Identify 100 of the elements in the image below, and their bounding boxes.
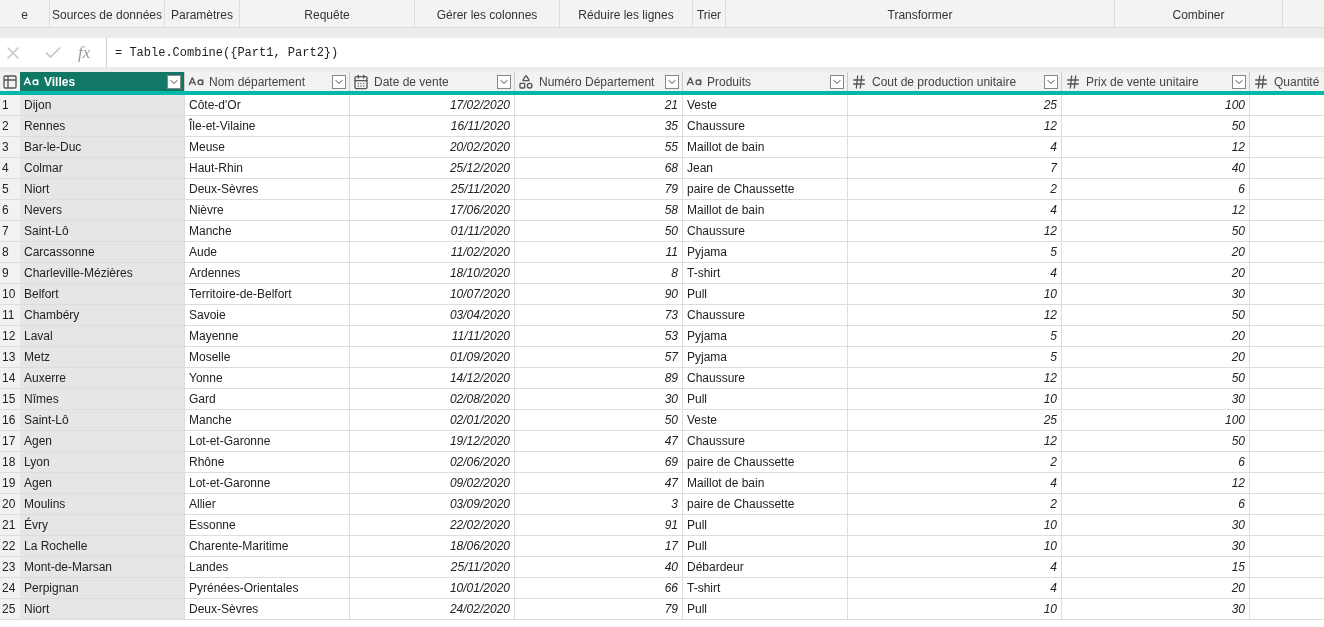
table-cell-text: 25	[1043, 412, 1057, 429]
table-cell-text: 17	[664, 538, 678, 555]
table-cell-text: Maillot de bain	[687, 202, 765, 219]
table-cell-text: Essonne	[189, 517, 236, 534]
table-cell-text: 25/11/2020	[450, 181, 510, 198]
table-cell-text: Maillot de bain	[687, 475, 765, 492]
row-number: 24	[0, 578, 20, 598]
table-cell-text: Savoie	[189, 307, 226, 324]
row-number: 12	[0, 326, 20, 346]
table-cell-text: 18/10/2020	[449, 265, 510, 282]
table-cell-text: 22/02/2020	[449, 517, 510, 534]
table-cell-text: 10	[1043, 517, 1057, 534]
table-cell-text: 30	[1231, 517, 1245, 534]
table-cell-text: Pull	[687, 601, 707, 618]
table-cell-text: 30	[1231, 286, 1245, 303]
dropdown-icon[interactable]	[167, 74, 181, 89]
table-menu-icon[interactable]	[2, 73, 18, 90]
table-cell-text: Nîmes	[24, 391, 59, 408]
row-number: 11	[0, 305, 20, 325]
table-cell-text: 12	[1043, 307, 1057, 324]
row-number: 15	[0, 389, 20, 409]
dropdown-icon[interactable]	[332, 74, 346, 89]
table-cell-text: 50	[1231, 370, 1245, 387]
table-cell-text: 17/06/2020	[449, 202, 510, 219]
table-cell-text: 20	[1231, 265, 1245, 282]
dropdown-icon[interactable]	[497, 74, 511, 89]
table-cell-text: 90	[664, 286, 678, 303]
row-number: 5	[0, 179, 20, 199]
dropdown-icon[interactable]	[665, 74, 679, 89]
formula-field[interactable]: = Table.Combine({Part1, Part2})	[106, 38, 1324, 67]
table-cell-text: 30	[1231, 538, 1245, 555]
row-number: 18	[0, 452, 20, 472]
dropdown-icon[interactable]	[1232, 74, 1246, 89]
table-cell-text: 10/01/2020	[449, 580, 510, 597]
table-cell-text: Laval	[24, 328, 53, 345]
table-cell-text: Haut-Rhin	[189, 160, 244, 177]
table-cell-text: Agen	[24, 475, 53, 492]
ribbon-group-label: Paramètres	[171, 7, 233, 24]
table-cell: Évry	[24, 516, 48, 534]
table-cell-text: 02/06/2020	[449, 454, 510, 471]
table-cell-text: Ardennes	[189, 265, 241, 282]
table-cell-text: 55	[664, 139, 678, 156]
table-cell-text: Pull	[687, 391, 707, 408]
row-number: 3	[0, 137, 20, 157]
table-cell-text: Yonne	[189, 370, 223, 387]
dropdown-icon[interactable]	[830, 74, 844, 89]
table-cell-text: Allier	[189, 496, 216, 513]
row-number: 13	[0, 347, 20, 367]
table-cell-text: Metz	[24, 349, 50, 366]
row-number: 10	[0, 284, 20, 304]
table-cell-text: 73	[664, 307, 678, 324]
table-cell-text: 15	[1231, 559, 1245, 576]
row-number: 7	[0, 221, 20, 241]
table-cell-text: Auxerre	[24, 370, 67, 387]
table-cell-text: 79	[664, 601, 678, 618]
table-cell-text: 2	[1050, 496, 1057, 513]
table-cell-text: 20/02/2020	[449, 139, 510, 156]
table-cell-text: Chaussure	[687, 223, 746, 240]
table-cell-text: 10	[1043, 286, 1057, 303]
table-cell-text: Rhône	[189, 454, 225, 471]
any-type-icon	[518, 73, 534, 90]
table-cell-text: 20	[1231, 580, 1245, 597]
table-cell-text: Maillot de bain	[687, 139, 765, 156]
table-cell-text: 30	[1231, 601, 1245, 618]
table-cell-text: 11/11/2020	[451, 328, 510, 345]
table-cell-text: Deux-Sèvres	[189, 181, 259, 198]
row-number: 6	[0, 200, 20, 220]
table-cell-text: La Rochelle	[24, 538, 88, 555]
table-cell-text: 20	[1231, 328, 1245, 345]
column-header[interactable]: Nom département	[185, 72, 350, 91]
row-number: 4	[0, 158, 20, 178]
table-cell: Île-et-Vilaine	[189, 117, 256, 135]
ribbon-group-label: Combiner	[1172, 7, 1225, 24]
table-cell-text: 68	[664, 160, 678, 177]
table-cell-text: Rennes	[24, 118, 66, 135]
table-cell-text: 10/07/2020	[449, 286, 510, 303]
table-cell-text: Gard	[189, 391, 216, 408]
row-number: 21	[0, 515, 20, 535]
table-cell-text: 91	[664, 517, 678, 534]
row-number: 14	[0, 368, 20, 388]
row-number: 9	[0, 263, 20, 283]
table-cell-text: Bar-le-Duc	[24, 139, 82, 156]
table-cell-text: 69	[664, 454, 678, 471]
table-cell-text: 12	[1231, 475, 1245, 492]
table-cell-text: 4	[1050, 559, 1057, 576]
column-header[interactable]: Villes	[20, 72, 185, 91]
table-cell-text: paire de Chaussette	[687, 496, 795, 513]
ribbon-group-label: Transformer	[887, 7, 953, 24]
table-cell-text: 58	[664, 202, 678, 219]
table-cell-text: 03/09/2020	[449, 496, 510, 513]
table-cell-text: 53	[664, 328, 678, 345]
column-header[interactable]: Produits	[683, 72, 848, 91]
dropdown-icon[interactable]	[1044, 74, 1058, 89]
table-cell-text: Meuse	[189, 139, 226, 156]
table-cell-text: 2	[1050, 454, 1057, 471]
row-number: 8	[0, 242, 20, 262]
row-number: 2	[0, 116, 20, 136]
table-cell-text: Pull	[687, 286, 707, 303]
table-cell-text: 5	[1050, 349, 1057, 366]
table-cell-text: Colmar	[24, 160, 63, 177]
